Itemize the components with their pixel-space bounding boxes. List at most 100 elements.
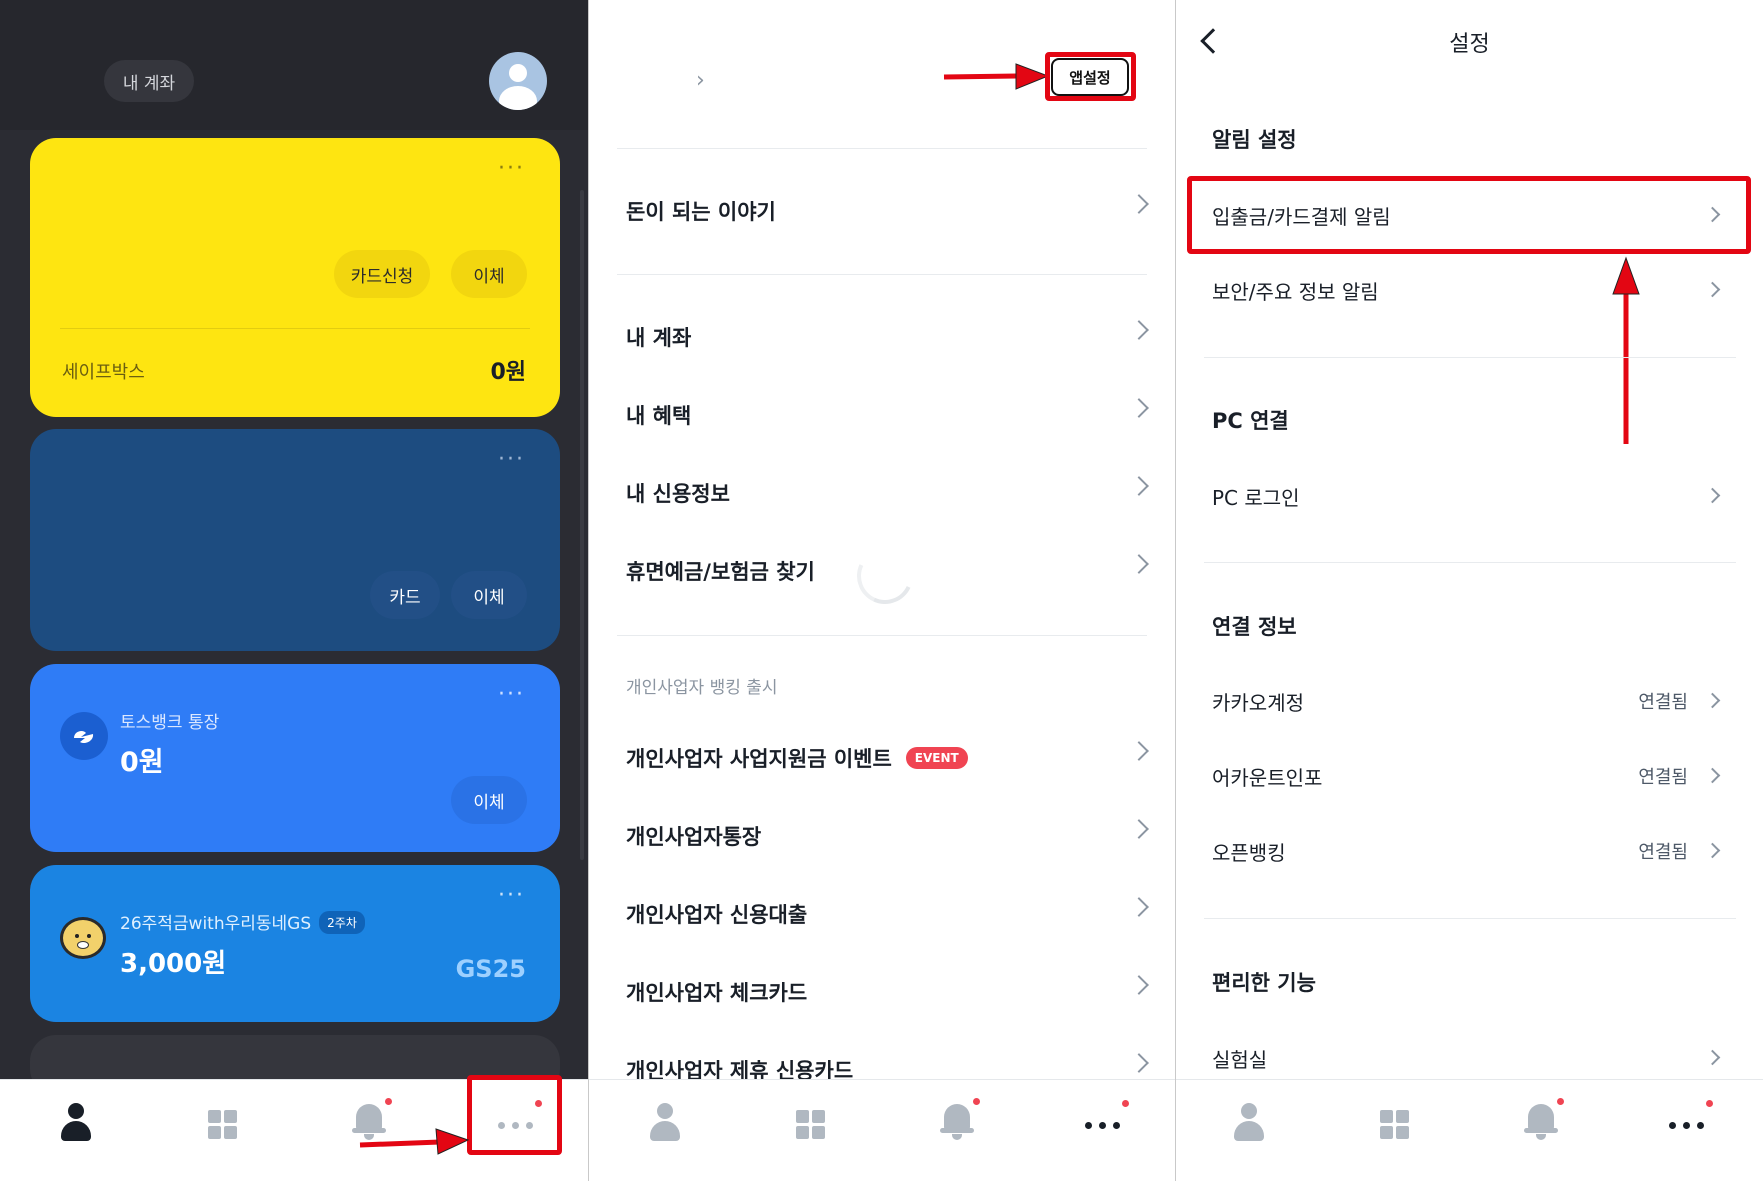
- menu-item-label: 내 계좌: [626, 326, 692, 350]
- settings-item-label: 보안/주요 정보 알림: [1212, 279, 1379, 304]
- menu-item-label: 내 신용정보: [626, 482, 730, 506]
- menu-item[interactable]: 개인사업자 체크카드: [626, 972, 1149, 1012]
- tab-notifications[interactable]: [906, 1080, 1006, 1181]
- transfer-button[interactable]: 이체: [451, 571, 527, 619]
- settings-item-label: 카카오계정: [1212, 690, 1304, 715]
- transfer-button[interactable]: 이체: [451, 776, 527, 824]
- menu-item[interactable]: 개인사업자통장: [626, 816, 1149, 856]
- gs25-logo: GS25: [455, 955, 526, 983]
- settings-panel: 설정 알림 설정 입출금/카드결제 알림 보안/주요 정보 알림 PC 연결 P…: [1176, 0, 1763, 1181]
- section-heading: 편리한 기능: [1212, 971, 1316, 995]
- tab-benefits[interactable]: [172, 1080, 272, 1181]
- menu-item[interactable]: 내 계좌: [626, 317, 1149, 357]
- settings-item[interactable]: PC 로그인: [1212, 476, 1722, 516]
- menu-item-label: 휴면예금/보험금 찾기: [626, 560, 815, 584]
- red-arrow-icon: [359, 1128, 470, 1155]
- page-title: 설정: [1449, 32, 1490, 57]
- menu-item-label: 내 혜택: [626, 404, 692, 428]
- highlight-box-deposit-alert: [1187, 176, 1751, 254]
- chevron-right-icon: [1129, 476, 1149, 496]
- account-name-text: 26주적금with우리동네GS: [120, 914, 312, 934]
- toss-account-card[interactable]: ··· 토스뱅크 통장 0원 이체: [30, 664, 560, 852]
- tab-benefits[interactable]: [760, 1080, 860, 1181]
- chevron-right-icon: [1129, 554, 1149, 574]
- ryan-character-icon: [60, 917, 106, 959]
- chevron-right-icon: [1129, 194, 1149, 214]
- home-panel: 내 계좌 ··· 카드신청 이체 세이프박스 0원 ··· 카드 이체 ··· …: [0, 0, 588, 1181]
- settings-item-label: 어카운트인포: [1212, 765, 1323, 790]
- transfer-button[interactable]: 이체: [451, 250, 527, 298]
- avatar-body: [499, 86, 537, 110]
- settings-item[interactable]: 오픈뱅킹 연결됨: [1212, 831, 1722, 871]
- chevron-right-icon: [1704, 1049, 1721, 1066]
- notification-dot: [973, 1098, 980, 1105]
- tab-more[interactable]: [1636, 1080, 1736, 1181]
- card-button[interactable]: 카드: [370, 571, 440, 619]
- section-caption: 개인사업자 뱅킹 출시: [626, 678, 778, 698]
- chevron-right-icon: [1704, 767, 1721, 784]
- card-more-icon[interactable]: ···: [498, 682, 525, 707]
- chevron-right-icon[interactable]: ›: [696, 68, 705, 93]
- chevron-right-icon: [1704, 842, 1721, 859]
- avatar[interactable]: [489, 52, 547, 110]
- section-heading: PC 연결: [1212, 409, 1289, 433]
- tab-home[interactable]: [1198, 1080, 1298, 1181]
- settings-item[interactable]: 카카오계정 연결됨: [1212, 681, 1722, 721]
- notification-dot: [1122, 1100, 1129, 1107]
- navy-account-card[interactable]: ··· 카드 이체: [30, 429, 560, 651]
- menu-item[interactable]: 개인사업자 사업지원금 이벤트 EVENT: [626, 738, 1149, 778]
- menu-item-label: 돈이 되는 이야기: [626, 200, 776, 224]
- divider: [1204, 562, 1736, 563]
- chevron-right-icon: [1129, 741, 1149, 761]
- section-heading: 연결 정보: [1212, 615, 1297, 639]
- chevron-right-icon: [1704, 487, 1721, 504]
- tab-home[interactable]: [614, 1080, 714, 1181]
- menu-item[interactable]: 개인사업자 신용대출: [626, 894, 1149, 934]
- notification-dot: [1557, 1098, 1564, 1105]
- account-balance: 0원: [490, 360, 526, 385]
- divider: [617, 635, 1147, 636]
- scrollbar[interactable]: [580, 190, 584, 860]
- card-more-icon[interactable]: ···: [498, 447, 525, 472]
- safebox-card[interactable]: ··· 카드신청 이체 세이프박스 0원: [30, 138, 560, 417]
- chevron-right-icon: [1129, 975, 1149, 995]
- divider: [617, 274, 1147, 275]
- chevron-right-icon: [1129, 897, 1149, 917]
- menu-item[interactable]: 내 신용정보: [626, 473, 1149, 513]
- event-badge: EVENT: [905, 747, 968, 769]
- settings-item-label: 오픈뱅킹: [1212, 840, 1286, 865]
- connection-status: 연결됨: [1638, 692, 1688, 713]
- card-more-icon[interactable]: ···: [498, 156, 525, 181]
- week-badge: 2주차: [319, 911, 365, 934]
- divider: [1204, 918, 1736, 919]
- account-balance: 0원: [120, 747, 164, 778]
- bottom-tab-bar: [589, 1079, 1175, 1181]
- settings-item[interactable]: 실험실: [1212, 1038, 1722, 1078]
- divider: [1204, 357, 1736, 358]
- chevron-right-icon: [1704, 692, 1721, 709]
- tossbank-logo-icon: [60, 712, 108, 760]
- settings-item-label: PC 로그인: [1212, 485, 1300, 510]
- tab-more[interactable]: [1052, 1080, 1152, 1181]
- my-account-pill[interactable]: 내 계좌: [104, 60, 194, 102]
- app-settings-button[interactable]: 앱설정: [1051, 58, 1129, 96]
- menu-item[interactable]: 돈이 되는 이야기: [626, 191, 1149, 231]
- menu-item-label: 개인사업자 신용대출: [626, 903, 808, 927]
- card-more-icon[interactable]: ···: [498, 883, 525, 908]
- account-name: 26주적금with우리동네GS 2주차: [120, 909, 365, 934]
- tab-home[interactable]: [25, 1080, 125, 1181]
- savings-card[interactable]: ··· 26주적금with우리동네GS 2주차 3,000원 GS25: [30, 865, 560, 1022]
- card-apply-button[interactable]: 카드신청: [334, 250, 430, 298]
- tab-notifications[interactable]: [1490, 1080, 1590, 1181]
- settings-item[interactable]: 보안/주요 정보 알림: [1212, 270, 1722, 310]
- more-menu-panel: › 앱설정 돈이 되는 이야기 내 계좌 내 혜택 내 신용정보 휴면예금/보험…: [589, 0, 1175, 1181]
- chevron-right-icon: [1129, 320, 1149, 340]
- red-arrow-icon: [943, 63, 1050, 90]
- settings-item[interactable]: 어카운트인포 연결됨: [1212, 756, 1722, 796]
- chevron-right-icon: [1129, 819, 1149, 839]
- tab-benefits[interactable]: [1344, 1080, 1444, 1181]
- chevron-right-icon: [1129, 1053, 1149, 1073]
- menu-item[interactable]: 내 혜택: [626, 395, 1149, 435]
- menu-item-label: 개인사업자 체크카드: [626, 981, 808, 1005]
- account-name: 세이프박스: [62, 362, 145, 383]
